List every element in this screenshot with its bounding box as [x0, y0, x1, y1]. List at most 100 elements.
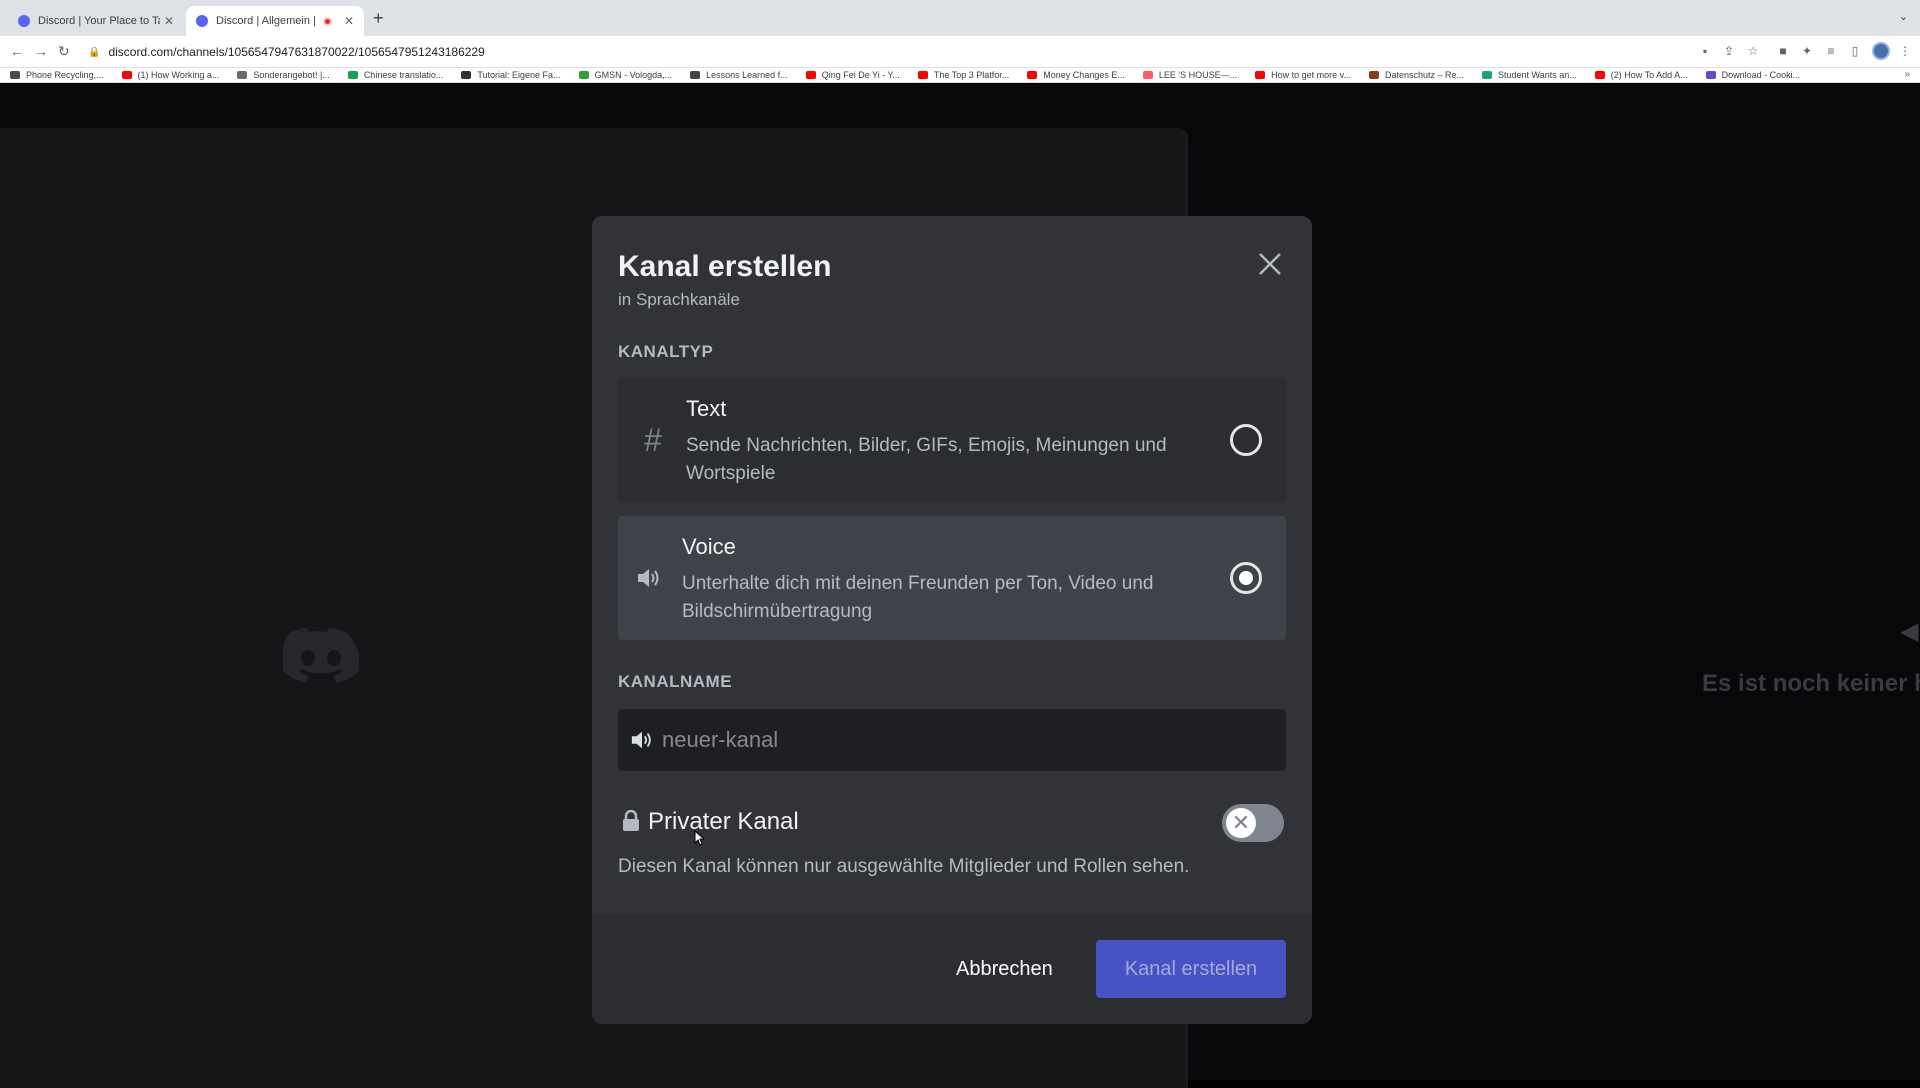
browser-tab[interactable]: Discord | Your Place to Talk an ✕	[8, 6, 184, 36]
bookmark-label: LEE 'S HOUSE—...	[1158, 70, 1238, 80]
bookmark-item[interactable]: Lessons Learned f...	[690, 70, 788, 80]
bookmark-label: The Top 3 Platfor...	[933, 70, 1010, 80]
speaker-icon	[638, 569, 659, 587]
bookmark-item[interactable]: Phone Recycling,...	[10, 70, 104, 80]
forward-arrow-icon[interactable]: →	[34, 43, 48, 59]
bookmark-favicon-icon	[690, 71, 701, 79]
bookmark-item[interactable]: (2) How To Add A...	[1594, 70, 1688, 80]
bookmark-favicon-icon	[347, 71, 358, 79]
bookmarks-bar: Phone Recycling,... (1) How Working a...…	[0, 68, 1920, 83]
discord-favicon-icon	[18, 15, 30, 27]
bookmark-star-icon[interactable]: ☆	[1746, 44, 1760, 58]
bookmark-item[interactable]: How to get more v...	[1255, 70, 1351, 80]
hashtag-icon	[461, 71, 472, 79]
bookmark-label: Phone Recycling,...	[26, 70, 104, 80]
side-panel-icon[interactable]: ▯	[1848, 44, 1862, 58]
close-icon[interactable]	[1256, 250, 1284, 278]
empty-voice-text: Es ist noch keiner hi	[1702, 670, 1920, 697]
address-bar[interactable]: 🔒 discord.com/channels/10565479476318700…	[88, 40, 1688, 64]
bookmark-favicon-icon	[237, 71, 248, 79]
bookmark-label: Tutorial: Eigene Fa...	[477, 70, 561, 80]
channel-type-voice-option[interactable]: Voice Unterhalte dich mit deinen Freunde…	[618, 516, 1286, 640]
profile-avatar[interactable]	[1872, 42, 1890, 60]
tab-close-icon[interactable]: ✕	[164, 14, 174, 28]
youtube-icon	[917, 71, 928, 79]
bookmark-item[interactable]: Download - Cooki...	[1705, 70, 1800, 80]
option-description: Sende Nachrichten, Bilder, GIFs, Emojis,…	[686, 435, 1167, 484]
camera-icon[interactable]: ▪	[1698, 44, 1712, 58]
channel-name-field	[618, 709, 1286, 771]
youtube-icon	[805, 71, 816, 79]
tab-title: Discord | Allgemein | Serve	[216, 15, 319, 27]
discord-logo-icon	[283, 628, 359, 683]
airbnb-icon	[1142, 71, 1153, 79]
bookmark-label: Student Wants an...	[1498, 70, 1577, 80]
browser-toolbar: ← → ↻ 🔒 discord.com/channels/10565479476…	[0, 36, 1920, 68]
channel-name-label: KANALNAME	[618, 672, 733, 691]
bookmark-label: Sonderangebot! |...	[253, 70, 330, 80]
private-channel-label: Privater Kanal	[648, 808, 799, 835]
bookmark-item[interactable]: The Top 3 Platfor...	[917, 70, 1010, 80]
private-channel-toggle[interactable]: ✕	[1222, 804, 1284, 842]
discord-favicon-icon	[196, 15, 208, 27]
youtube-icon	[121, 71, 132, 79]
channel-name-input[interactable]	[662, 709, 1272, 771]
bookmark-item[interactable]: Student Wants an...	[1482, 70, 1577, 80]
modal-footer: Abbrechen Kanal erstellen	[592, 914, 1312, 1024]
bookmark-item[interactable]: Tutorial: Eigene Fa...	[461, 70, 561, 80]
reload-icon[interactable]: ↻	[58, 43, 70, 60]
bookmark-label: Lessons Learned f...	[706, 70, 788, 80]
media-control-icon[interactable]: ≡	[1824, 44, 1838, 58]
youtube-icon	[1594, 71, 1605, 79]
bookmark-item[interactable]: Datenschutz – Re...	[1368, 70, 1465, 80]
private-channel-description: Diesen Kanal können nur ausgewählte Mitg…	[618, 856, 1190, 877]
toggle-off-x-icon: ✕	[1226, 808, 1256, 838]
browser-tab-active[interactable]: Discord | Allgemein | Serve ✕	[186, 6, 364, 36]
radio-button-text[interactable]	[1230, 424, 1262, 456]
tab-search-chevron-icon[interactable]: ⌄	[1899, 10, 1908, 23]
puzzle-icon[interactable]: ✦	[1800, 44, 1814, 58]
bookmark-item[interactable]: Sonderangebot! |...	[237, 70, 330, 80]
bookmark-label: How to get more v...	[1271, 70, 1351, 80]
channel-type-label: KANALTYP	[618, 342, 714, 361]
kebab-menu-icon[interactable]: ⋮	[1898, 44, 1912, 58]
bookmark-item[interactable]: Chinese translatio...	[347, 70, 443, 80]
bookmarks-overflow-icon[interactable]: »	[1904, 69, 1910, 80]
share-icon[interactable]: ⇪	[1722, 44, 1736, 58]
recording-indicator-icon	[322, 16, 332, 26]
bookmark-favicon-icon	[578, 71, 589, 79]
radio-button-voice[interactable]	[1230, 562, 1262, 594]
bookmark-label: GMSN - Vologda,...	[594, 70, 673, 80]
bookmark-favicon-icon	[1705, 71, 1716, 79]
bookmark-label: Datenschutz – Re...	[1384, 70, 1465, 80]
extension-icon[interactable]: ■	[1776, 44, 1790, 58]
bookmark-favicon-icon	[1482, 71, 1493, 79]
bookmark-item[interactable]: (1) How Working a...	[121, 70, 220, 80]
back-arrow-icon[interactable]: ←	[10, 43, 24, 59]
lock-icon[interactable]: 🔒	[88, 47, 100, 58]
bookmark-favicon-icon	[1368, 71, 1379, 79]
create-channel-button[interactable]: Kanal erstellen	[1096, 940, 1286, 998]
bookmark-item[interactable]: Money Changes E...	[1027, 70, 1125, 80]
tab-close-icon[interactable]: ✕	[344, 14, 354, 28]
new-tab-button[interactable]: +	[373, 8, 384, 29]
youtube-icon	[1255, 71, 1266, 79]
tab-title: Discord | Your Place to Talk an	[38, 15, 160, 27]
channel-type-text-option[interactable]: # Text Sende Nachrichten, Bilder, GIFs, …	[618, 378, 1286, 502]
hashtag-icon: #	[644, 422, 662, 458]
private-channel-row: Privater Kanal ✕	[618, 802, 1286, 842]
create-channel-modal: Kanal erstellen in Sprachkanäle KANALTYP…	[592, 216, 1312, 1024]
speaker-icon	[631, 731, 651, 749]
bookmark-item[interactable]: GMSN - Vologda,...	[578, 70, 673, 80]
option-name: Text	[686, 396, 727, 421]
mouse-cursor-icon	[694, 830, 704, 846]
bookmark-item[interactable]: Qing Fei De Yi - Y...	[805, 70, 900, 80]
modal-title: Kanal erstellen	[618, 250, 832, 283]
cancel-button[interactable]: Abbrechen	[944, 940, 1065, 998]
option-name: Voice	[682, 534, 736, 559]
browser-tab-bar: Discord | Your Place to Talk an ✕ Discor…	[0, 0, 1920, 36]
bookmark-item[interactable]: LEE 'S HOUSE—...	[1142, 70, 1238, 80]
youtube-icon	[1027, 71, 1038, 79]
bookmark-label: (1) How Working a...	[137, 70, 220, 80]
url-text: discord.com/channels/1056547947631870022…	[108, 45, 485, 59]
